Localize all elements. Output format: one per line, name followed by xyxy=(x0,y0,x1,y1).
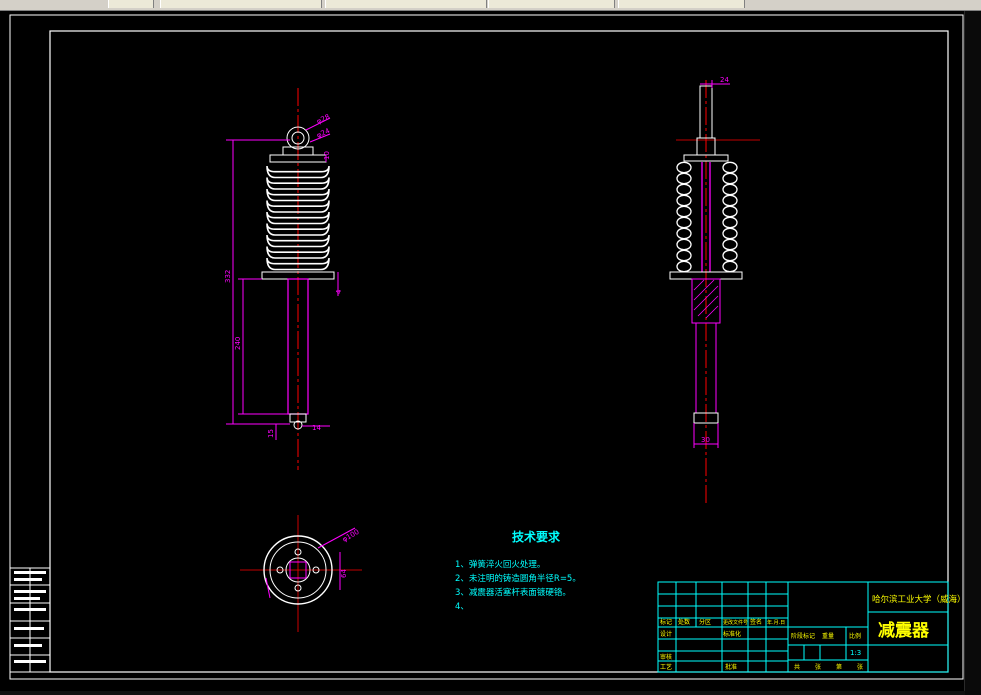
spring-coil-section xyxy=(676,238,692,251)
spring-coil-section xyxy=(676,172,692,185)
title-school: 哈尔滨工业大学（威海） xyxy=(872,594,965,605)
window-tab[interactable] xyxy=(618,0,745,8)
window-tab[interactable] xyxy=(160,0,322,8)
lbl-approve: 批准 xyxy=(725,663,737,671)
lbl-date: 年.月.日 xyxy=(767,619,785,626)
lbl-sign: 签名 xyxy=(750,618,762,626)
lbl-no: 第 xyxy=(836,663,842,671)
tech-item-2: 2、未注明的铸造圆角半径R=5。 xyxy=(455,573,581,584)
spring-coil-section xyxy=(722,238,738,251)
dim-right: 4 xyxy=(335,289,343,294)
lbl-standard: 标准化 xyxy=(723,630,741,638)
spring-coil-section xyxy=(676,227,692,240)
bottom-dim-h: 64 xyxy=(340,569,348,578)
spring-coil-section xyxy=(722,227,738,240)
left-strip-table xyxy=(9,567,51,673)
bottom-dim-d: φ100 xyxy=(341,528,361,544)
spring-coil-section xyxy=(722,161,738,174)
spring-coil-section xyxy=(722,260,738,273)
dim-lower: 240 xyxy=(234,337,242,350)
side-view: 24 30 xyxy=(669,76,760,506)
side-dim-top: 24 xyxy=(720,76,729,84)
spring-coil-section xyxy=(722,249,738,262)
dim-overall: 332 xyxy=(224,270,232,283)
window-tab[interactable] xyxy=(108,0,154,8)
tech-item-1: 1、弹簧淬火回火处理。 xyxy=(455,559,545,570)
spring-coil-section xyxy=(676,205,692,218)
lbl-total: 共 xyxy=(794,663,800,671)
lbl-count: 处数 xyxy=(678,618,690,626)
lbl-review: 审核 xyxy=(660,653,672,661)
dim-r1: φ28 xyxy=(315,113,331,126)
lbl-zone: 分区 xyxy=(699,618,711,626)
spring-coil-section xyxy=(722,216,738,229)
front-view: 332 240 15 φ28 φ24 10 4 14 xyxy=(224,88,343,470)
title-part-name: 减震器 xyxy=(878,620,930,641)
window-tab[interactable] xyxy=(325,0,487,8)
lbl-craft: 工艺 xyxy=(660,663,672,671)
lbl-design: 设计 xyxy=(660,630,672,638)
side-dim-bottom: 30 xyxy=(701,436,710,444)
spring-coil-section xyxy=(676,260,692,273)
lbl-sheet-b: 张 xyxy=(857,663,863,671)
lbl-ratio: 比例 xyxy=(849,632,861,640)
lbl-stage: 阶段标记 xyxy=(791,632,815,640)
tech-requirements-title: 技术要求 xyxy=(512,529,561,544)
spring-coil-section xyxy=(676,183,692,196)
spring-coil-section xyxy=(722,194,738,207)
cad-drawing-canvas[interactable]: 332 240 15 φ28 φ24 10 4 14 24 30 φ100 64… xyxy=(0,10,965,695)
lbl-sheet-a: 张 xyxy=(815,663,821,671)
spring-coil-section xyxy=(722,205,738,218)
bottom-view: φ100 64 xyxy=(240,515,362,632)
title-scale: 1:3 xyxy=(850,649,861,657)
lbl-change-doc: 更改文件号 xyxy=(723,619,748,626)
title-block: 哈尔滨工业大学（威海） 减震器 1:3 标记 处数 分区 更改文件号 签名 年.… xyxy=(657,581,965,673)
spring-coil-section xyxy=(722,183,738,196)
spring-coil-section xyxy=(676,216,692,229)
spring-coil-section xyxy=(676,194,692,207)
tech-item-4: 4、 xyxy=(455,602,469,612)
tech-requirements: 技术要求 1、弹簧淬火回火处理。 2、未注明的铸造圆角半径R=5。 3、减震器活… xyxy=(455,529,581,612)
spring-coil-section xyxy=(676,161,692,174)
dim-top-w: 10 xyxy=(323,151,331,160)
spring-coil-section xyxy=(722,172,738,185)
vertical-scrollbar[interactable] xyxy=(964,11,981,695)
dim-base: 14 xyxy=(312,424,321,432)
dim-r2: φ24 xyxy=(315,127,331,140)
lbl-mark: 标记 xyxy=(660,618,672,626)
dim-bottom: 15 xyxy=(267,429,275,438)
tech-item-3: 3、减震器活塞杆表面镀硬铬。 xyxy=(455,587,571,598)
side-spring xyxy=(676,161,738,273)
lbl-weight: 重量 xyxy=(822,632,834,640)
window-tab[interactable] xyxy=(488,0,615,8)
spring-coil-section xyxy=(676,249,692,262)
